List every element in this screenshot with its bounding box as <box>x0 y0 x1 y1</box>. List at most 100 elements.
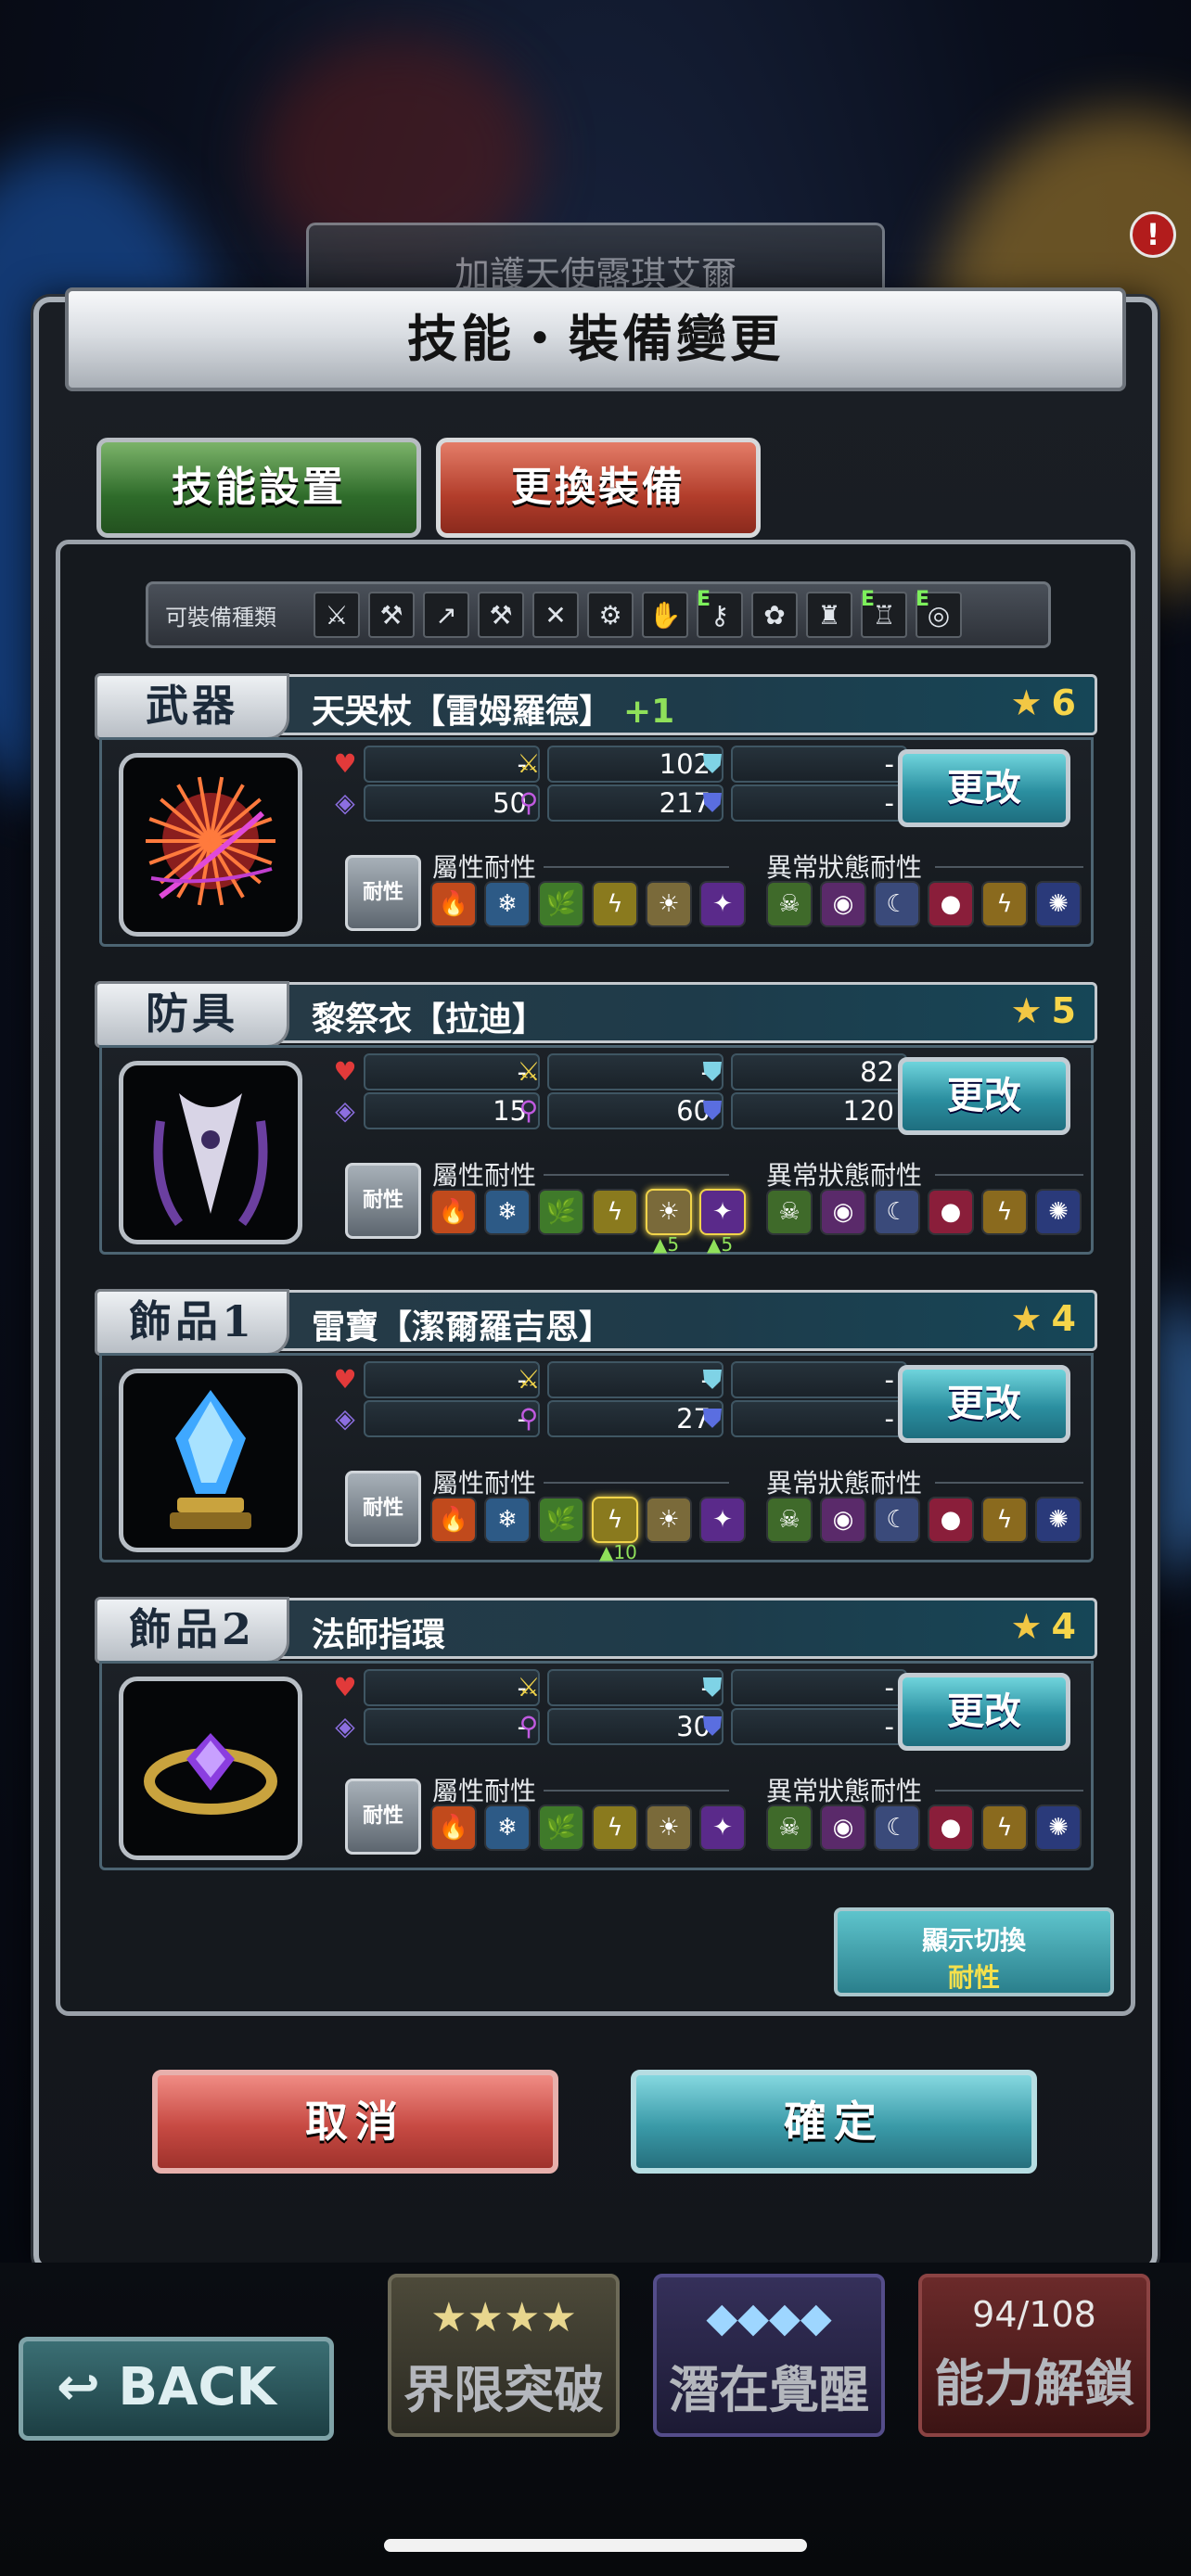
change-equipment-button[interactable]: 更改 <box>898 749 1070 827</box>
element-resistance-icons: 🔥 ❄ 🌿 ϟ ▲10 ☀ ✦ <box>430 1497 746 1563</box>
paralyze-icon: ϟ <box>981 881 1028 927</box>
status-resistance-icons: ☠ ◉ ☾ ● ϟ ✺ <box>766 881 1082 927</box>
resistance-badge-icon: 耐性 <box>345 855 421 931</box>
hp-icon: ♥ <box>333 1364 357 1395</box>
element-resistance-label: 屬性耐性 <box>432 1160 537 1191</box>
divider <box>544 1174 729 1176</box>
change-equipment-button[interactable]: 更改 <box>898 1365 1070 1443</box>
cancel-button[interactable]: 取消 <box>152 2070 558 2174</box>
element-resistance-icons: 🔥 ❄ 🌿 ϟ ☀ ✦ <box>430 881 746 927</box>
resistance-badge-icon: 耐性 <box>345 1779 421 1855</box>
rarity: ★ 6 <box>1010 682 1076 723</box>
back-button[interactable]: ↩ BACK <box>19 2337 334 2441</box>
confuse-icon: ✺ <box>1035 1497 1082 1543</box>
rarity-value: 6 <box>1051 682 1076 723</box>
ice-icon: ❄ <box>484 881 531 927</box>
blind-icon: ◉ <box>820 1497 866 1543</box>
dialog-title: 技能・裝備變更 <box>65 287 1126 391</box>
magic-icon: ◈ <box>335 1095 355 1126</box>
status-resistance-icons: ☠ ◉ ☾ ● ϟ ✺ <box>766 1189 1082 1235</box>
rarity-value: 5 <box>1051 990 1076 1031</box>
thunder-icon: ϟ <box>592 1804 638 1851</box>
slot-body: ♥ - ⚔ - ⛊ - ◈ - ⚲ 30 ⛊ - 更改 耐性 屬性耐性 異常狀態耐性 🔥 ❄ 🌿 ϟ ☀ ✦ ☠ ◉ ☾ ● ϟ ✺ <box>99 1661 1094 1870</box>
rarity: ★ 4 <box>1010 1298 1076 1339</box>
hammer-icon: ⚒ <box>478 592 524 638</box>
poison-icon: ☠ <box>766 1189 813 1235</box>
sleep-icon: ☾ <box>874 1497 920 1543</box>
hp-icon: ♥ <box>333 1672 357 1702</box>
tab-bar: 技能設置 更換裝備 <box>96 438 761 538</box>
equippable-types-label: 可裝備種類 <box>165 604 276 631</box>
alert-badge-icon[interactable]: ! <box>1130 211 1176 258</box>
bow-icon: ✕ <box>532 592 579 638</box>
latent-awaken-tile[interactable]: ◆◆◆◆ 潛在覺醒 <box>653 2274 885 2437</box>
rarity: ★ 5 <box>1010 990 1076 1031</box>
confuse-icon: ✺ <box>1035 881 1082 927</box>
light-icon: ☀ ▲5 <box>646 1189 692 1256</box>
ability-unlock-tile[interactable]: 94/108 能力解鎖 <box>918 2274 1150 2437</box>
dark-icon: ✦ <box>699 1497 746 1543</box>
confuse-icon: ✺ <box>1035 1804 1082 1851</box>
flower-icon: ✿ <box>751 592 798 638</box>
item-name[interactable]: 雷寶【潔爾羅吉恩】 <box>312 1300 612 1348</box>
magic-icon: ◈ <box>335 787 355 818</box>
poison-icon: ☠ <box>766 1804 813 1851</box>
blind-icon: ◉ <box>820 1804 866 1851</box>
poison-icon: ☠ <box>766 881 813 927</box>
star-icon: ★ <box>1010 1298 1043 1339</box>
element-resistance-label: 屬性耐性 <box>432 852 537 883</box>
wind-icon: 🌿 <box>538 1497 584 1543</box>
item-portrait[interactable] <box>119 1369 302 1552</box>
paralyze-icon: ϟ <box>981 1189 1028 1235</box>
resistance-level: ▲10 <box>599 1541 637 1563</box>
latent-awaken-crystals: ◆◆◆◆ <box>706 2294 832 2341</box>
slot-type-label: 飾品1 <box>95 1289 289 1356</box>
sleep-icon: ☾ <box>874 1804 920 1851</box>
change-equipment-button[interactable]: 更改 <box>898 1673 1070 1751</box>
divider <box>544 866 729 868</box>
limit-break-tile[interactable]: ★★★★ 界限突破 <box>388 2274 620 2437</box>
item-name[interactable]: 黎祭衣【拉迪】 <box>312 992 545 1040</box>
home-indicator[interactable] <box>384 2539 807 2552</box>
ice-icon: ❄ <box>484 1189 531 1235</box>
wind-icon: 🌿 <box>538 1804 584 1851</box>
silence-icon: ● <box>928 881 974 927</box>
staff-icon: E ⚷ <box>697 588 743 638</box>
silence-icon: ● <box>928 1189 974 1235</box>
limit-break-label: 界限突破 <box>403 2360 604 2419</box>
equipment-slot-card: 防具 黎祭衣【拉迪】 ★ 5 ♥ - ⚔ - ⛊ 82 ◈ 15 ⚲ 60 ⛊ 120 更改 耐性 屬性耐性 異常狀態… <box>95 981 1097 1260</box>
latent-awaken-label: 潛在覺醒 <box>669 2360 869 2419</box>
item-name-text: 黎祭衣【拉迪】 <box>312 1001 546 1039</box>
change-equipment-button[interactable]: 更改 <box>898 1057 1070 1135</box>
item-name[interactable]: 法師指環 <box>312 1608 445 1656</box>
paralyze-icon: ϟ <box>981 1497 1028 1543</box>
slot-header: 武器 天哭杖【雷姆羅德】 +1 ★ 6 <box>95 673 1097 740</box>
paralyze-icon: ϟ <box>981 1804 1028 1851</box>
stat-def: - <box>731 1361 907 1398</box>
stat-spr: 120 <box>731 1092 907 1129</box>
confirm-button[interactable]: 確定 <box>631 2070 1037 2174</box>
thunder-icon: ϟ ▲10 <box>592 1497 638 1563</box>
item-portrait[interactable] <box>119 1677 302 1860</box>
back-label: BACK <box>118 2357 276 2417</box>
resistance-badge-icon: 耐性 <box>345 1471 421 1547</box>
tab-skill-settings[interactable]: 技能設置 <box>96 438 421 538</box>
spirit-icon: ⛊ <box>702 1095 723 1126</box>
thunder-icon: ϟ <box>592 881 638 927</box>
display-toggle-label: 顯示切換 <box>921 1925 1026 1956</box>
dark-icon: ✦ <box>699 881 746 927</box>
fire-icon: 🔥 <box>430 1497 477 1543</box>
item-portrait[interactable] <box>119 753 302 937</box>
tab-change-equipment[interactable]: 更換裝備 <box>436 438 761 538</box>
fire-icon: 🔥 <box>430 1804 477 1851</box>
mp-icon: ⚲ <box>519 787 539 818</box>
light-icon: ☀ <box>646 1497 692 1543</box>
item-portrait[interactable] <box>119 1061 302 1244</box>
attack-icon: ⚔ <box>517 748 541 779</box>
element-resistance-label: 屬性耐性 <box>432 1776 537 1806</box>
slot-type-label: 武器 <box>95 673 289 740</box>
display-toggle-button[interactable]: 顯示切換 耐性 <box>834 1907 1114 1996</box>
divider <box>935 1174 1083 1176</box>
item-name[interactable]: 天哭杖【雷姆羅德】 +1 <box>312 684 674 733</box>
item-name-text: 天哭杖【雷姆羅德】 <box>312 693 613 731</box>
